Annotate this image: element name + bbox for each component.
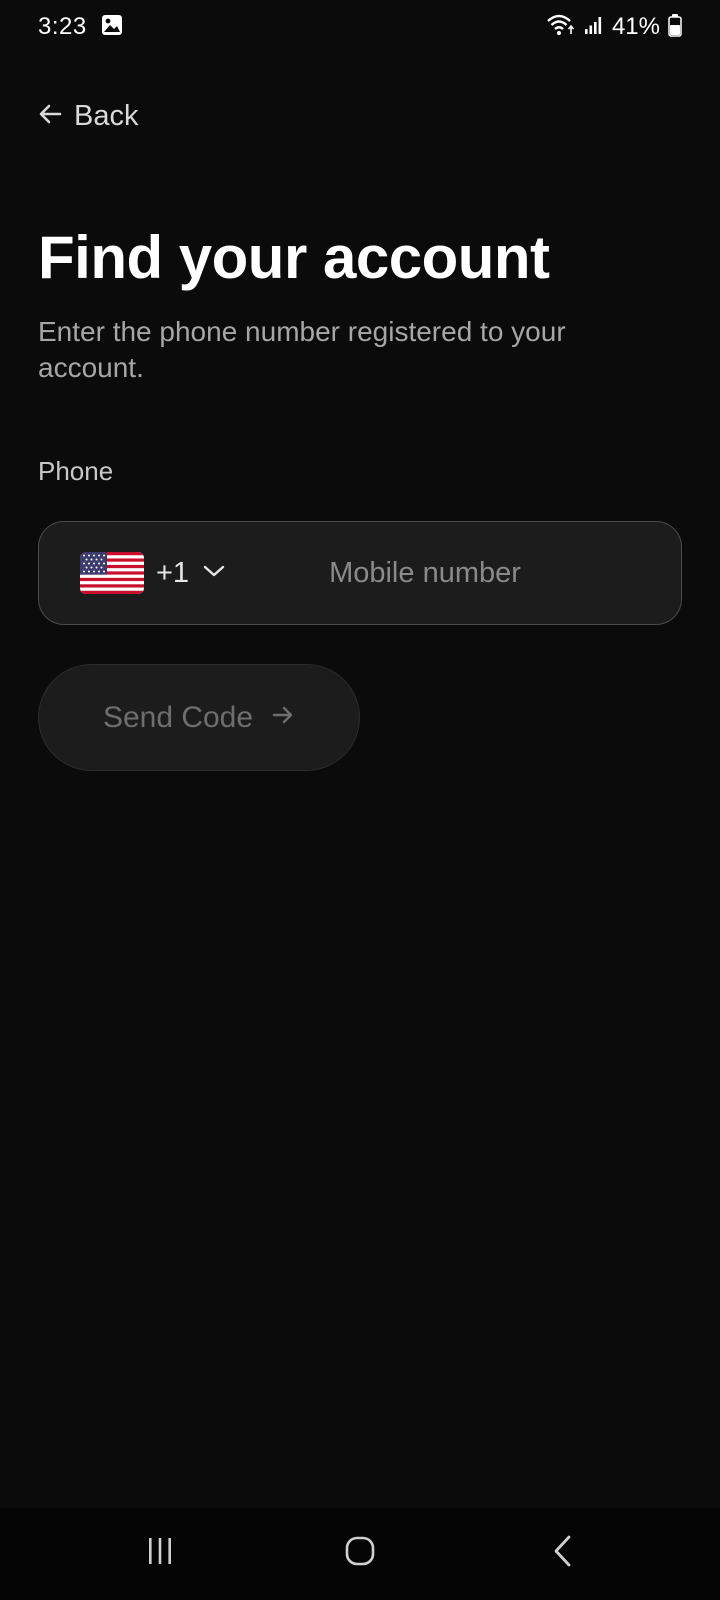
us-flag-icon bbox=[80, 552, 144, 594]
chevron-down-icon bbox=[203, 564, 225, 583]
nav-back-button[interactable] bbox=[533, 1528, 593, 1578]
recent-apps-icon bbox=[145, 1536, 175, 1571]
back-label: Back bbox=[74, 99, 139, 132]
home-icon bbox=[344, 1535, 376, 1572]
system-nav-bar bbox=[0, 1508, 720, 1600]
battery-percentage: 41% bbox=[611, 13, 660, 40]
status-left: 3:23 bbox=[38, 13, 123, 41]
country-dial-code: +1 bbox=[156, 556, 190, 589]
recent-apps-button[interactable] bbox=[130, 1528, 190, 1578]
status-time: 3:23 bbox=[38, 13, 87, 40]
status-right: 41% bbox=[546, 13, 682, 42]
arrow-right-icon bbox=[271, 703, 295, 732]
send-code-label: Send Code bbox=[102, 700, 254, 734]
back-icon bbox=[551, 1534, 575, 1573]
arrow-left-icon bbox=[38, 101, 64, 132]
send-code-button[interactable]: Send Code bbox=[38, 664, 360, 771]
battery-icon bbox=[668, 13, 682, 42]
status-bar: 3:23 41% bbox=[0, 0, 720, 54]
home-button[interactable] bbox=[330, 1528, 390, 1578]
find-account-screen: 3:23 41% Back Find your account Enter th… bbox=[0, 0, 720, 1600]
gallery-icon bbox=[101, 14, 123, 41]
signal-icon bbox=[584, 15, 604, 40]
mobile-number-input[interactable] bbox=[257, 522, 707, 624]
page-title: Find your account bbox=[38, 224, 550, 291]
phone-input-group: +1 bbox=[38, 521, 707, 625]
country-code-selector[interactable]: +1 bbox=[39, 522, 225, 624]
back-button[interactable]: Back bbox=[38, 96, 138, 136]
page-subtitle: Enter the phone number registered to you… bbox=[38, 316, 566, 383]
wifi-icon bbox=[546, 13, 576, 42]
phone-field-label: Phone bbox=[38, 456, 114, 486]
